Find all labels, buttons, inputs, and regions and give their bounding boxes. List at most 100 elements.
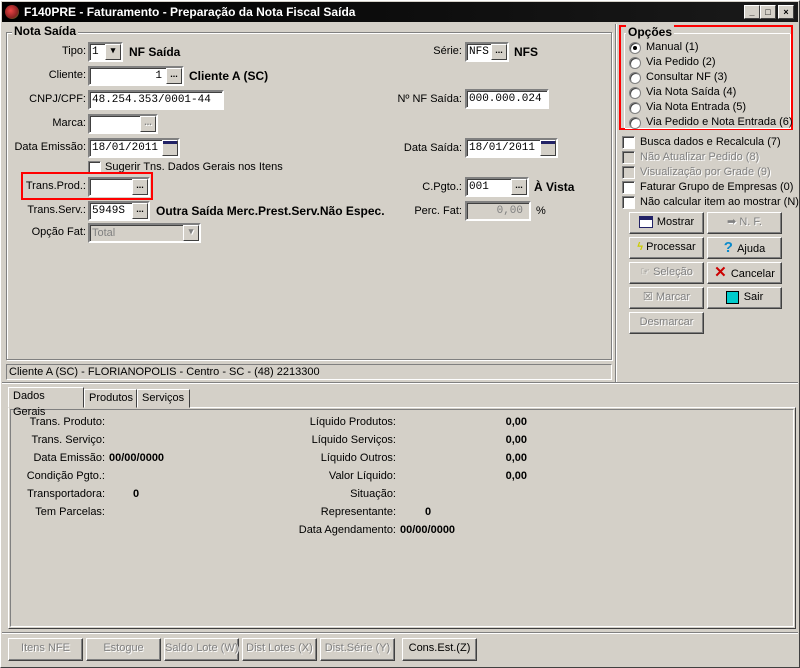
- cnpj-input[interactable]: 48.254.353/0001-44: [88, 90, 224, 110]
- option-checkbox[interactable]: [622, 181, 635, 194]
- tab-dados-gerais[interactable]: Dados Gerais: [8, 387, 84, 418]
- cpgto-label: C.Pgto.:: [422, 181, 462, 193]
- field-label: Representante:: [320, 506, 396, 518]
- field-value: 0: [425, 506, 432, 518]
- bottom-button[interactable]: Dist.Série (Y): [320, 638, 395, 661]
- trans-serv-input[interactable]: 5949S...: [88, 201, 150, 221]
- field-label: Data Emissão:: [33, 452, 105, 464]
- desmarcar-button[interactable]: Desmarcar: [629, 312, 704, 334]
- checkbox-label: Busca dados e Recalcula (7): [640, 136, 781, 148]
- chevron-down-icon[interactable]: ▾: [183, 225, 199, 241]
- data-emissao-input[interactable]: 18/01/2011: [88, 138, 180, 158]
- calendar-icon: [638, 216, 653, 229]
- cliente-input[interactable]: 1...: [88, 66, 184, 86]
- cnpj-label: CNPJ/CPF:: [29, 93, 86, 105]
- serie-desc: NFS: [514, 45, 538, 59]
- trans-prod-input[interactable]: ...: [88, 177, 150, 197]
- bottom-button[interactable]: Itens NFE: [8, 638, 83, 661]
- calendar-icon[interactable]: [162, 140, 178, 156]
- perc-unit: %: [536, 205, 546, 217]
- nota-saida-label: Nota Saída: [12, 24, 79, 38]
- close-button[interactable]: ×: [778, 5, 794, 19]
- perc-fat-input[interactable]: 0,00: [465, 201, 531, 221]
- ellipsis-button[interactable]: ...: [511, 179, 527, 195]
- radio-option[interactable]: [629, 72, 641, 84]
- field-label: Líquido Outros:: [320, 452, 396, 464]
- field-value: 0,00: [505, 434, 527, 446]
- ellipsis-button[interactable]: ...: [140, 116, 156, 132]
- field-value: 00/00/0000: [109, 452, 165, 464]
- mostrar-label: Mostrar: [656, 216, 695, 228]
- marca-input[interactable]: ...: [88, 114, 158, 134]
- data-saida-input[interactable]: 18/01/2011: [465, 138, 558, 158]
- nf-saida-input[interactable]: 000.000.024: [465, 89, 549, 109]
- minimize-button[interactable]: _: [744, 5, 760, 19]
- tab-servicos[interactable]: Serviços: [137, 389, 190, 408]
- field-label: Situação:: [350, 488, 396, 500]
- nf-button[interactable]: ➡ N. F.: [707, 212, 782, 234]
- radio-label: Via Nota Entrada (5): [646, 101, 747, 113]
- radio-label: Consultar NF (3): [646, 71, 728, 83]
- radio-option[interactable]: [629, 87, 641, 99]
- status-line: Cliente A (SC) - FLORIANOPOLIS - Centro …: [6, 364, 612, 380]
- field-label: Líquido Serviços:: [311, 434, 396, 446]
- selecao-button[interactable]: ☞ Seleção: [629, 262, 704, 284]
- tab-produtos[interactable]: Produtos: [84, 389, 137, 408]
- nf-label: N. F.: [739, 216, 762, 228]
- tipo-select[interactable]: 1 ▾: [88, 42, 123, 62]
- mostrar-button[interactable]: Mostrar: [629, 212, 704, 234]
- field-value: 0,00: [505, 470, 527, 482]
- cliente-label: Cliente:: [48, 69, 86, 81]
- marca-label: Marca:: [52, 117, 86, 129]
- radio-option[interactable]: [629, 117, 641, 129]
- cliente-value: 1: [155, 70, 162, 82]
- cpgto-value: 001: [469, 181, 489, 193]
- serie-value: NFS: [469, 46, 489, 58]
- ajuda-button[interactable]: ? Ajuda: [707, 237, 782, 259]
- radio-option[interactable]: [629, 57, 641, 69]
- processar-label: Processar: [646, 241, 696, 253]
- option-checkbox[interactable]: [622, 151, 635, 164]
- ellipsis-button[interactable]: ...: [166, 68, 182, 84]
- cancelar-button[interactable]: ✕ Cancelar: [707, 262, 782, 284]
- option-checkbox[interactable]: [622, 136, 635, 149]
- field-label: Transportadora:: [27, 488, 105, 500]
- serie-input[interactable]: NFS...: [465, 42, 509, 62]
- window-title: F140PRE - Faturamento - Preparação da No…: [24, 5, 356, 19]
- checkbox-label: Faturar Grupo de Empresas (0): [640, 181, 794, 193]
- radio-label: Via Pedido e Nota Entrada (6): [646, 116, 793, 128]
- radio-option[interactable]: [629, 42, 641, 54]
- opcao-fat-select[interactable]: Total ▾: [88, 223, 201, 243]
- radio-option[interactable]: [629, 102, 641, 114]
- processar-button[interactable]: ϟ Processar: [629, 237, 704, 259]
- bottom-button[interactable]: Cons.Est.(Z): [402, 638, 477, 661]
- nf-saida-label: Nº NF Saída:: [397, 93, 462, 105]
- desmarcar-label: Desmarcar: [639, 316, 694, 328]
- cpgto-input[interactable]: 001...: [465, 177, 529, 197]
- selecao-label: Seleção: [653, 266, 693, 278]
- ellipsis-button[interactable]: ...: [132, 179, 148, 195]
- field-value: 0,00: [505, 452, 527, 464]
- panel-divider-h: [2, 382, 798, 384]
- chevron-down-icon[interactable]: ▾: [105, 44, 121, 60]
- ellipsis-button[interactable]: ...: [491, 44, 507, 60]
- bottom-button[interactable]: Saldo Lote (W): [164, 638, 239, 661]
- calendar-icon[interactable]: [540, 140, 556, 156]
- title-bar: F140PRE - Faturamento - Preparação da No…: [2, 2, 798, 22]
- ellipsis-button[interactable]: ...: [132, 203, 148, 219]
- field-label: Data Agendamento:: [298, 524, 396, 536]
- bottom-button[interactable]: Estogue: [86, 638, 161, 661]
- perc-fat-label: Perc. Fat:: [414, 205, 462, 217]
- opcao-fat-label: Opção Fat:: [31, 226, 86, 238]
- field-label: Tem Parcelas:: [35, 506, 105, 518]
- marcar-button[interactable]: ☒ Marcar: [629, 287, 704, 309]
- sair-label: Sair: [743, 291, 764, 303]
- option-checkbox[interactable]: [622, 166, 635, 179]
- tipo-label: Tipo:: [61, 45, 86, 57]
- option-checkbox[interactable]: [622, 196, 635, 209]
- pointer-icon: ☞: [640, 266, 654, 278]
- sair-button[interactable]: Sair: [707, 287, 782, 309]
- maximize-button[interactable]: □: [760, 5, 776, 19]
- tipo-value: 1: [92, 46, 99, 58]
- bottom-button[interactable]: Dist Lotes (X): [242, 638, 317, 661]
